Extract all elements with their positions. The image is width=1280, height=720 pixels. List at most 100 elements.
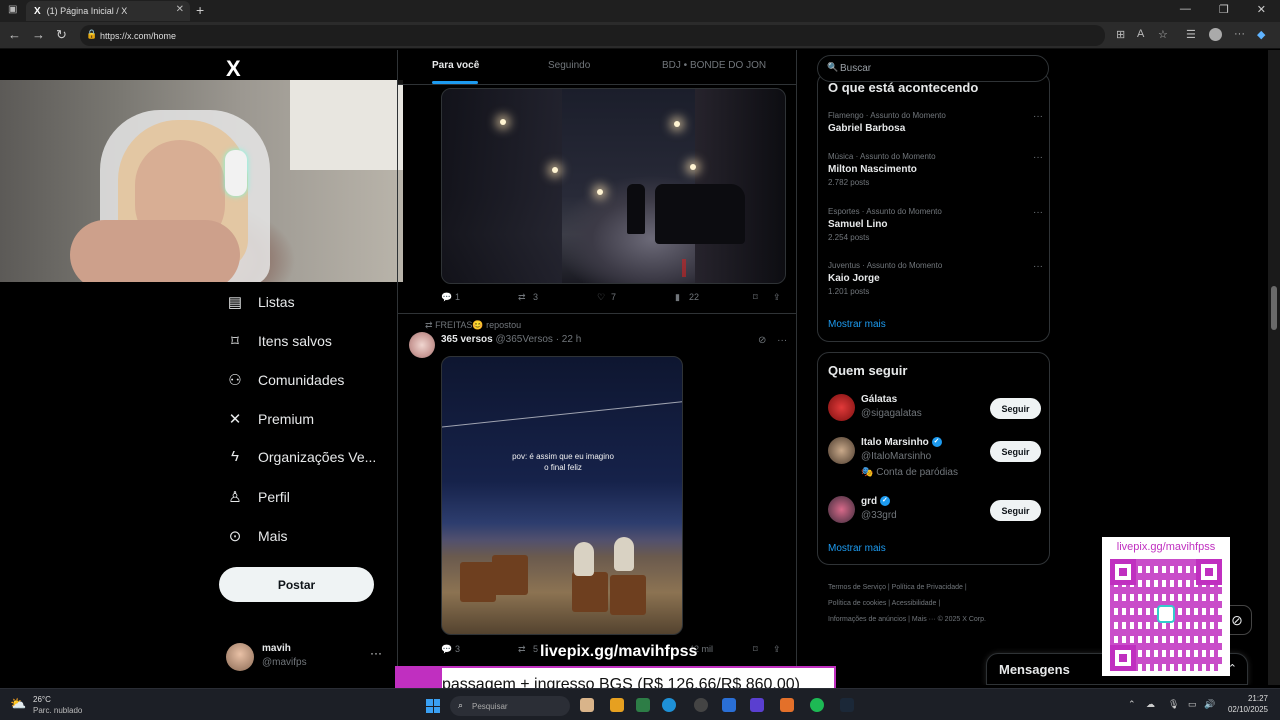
trend-more-icon[interactable]: ··· [1033, 152, 1043, 163]
split-screen-icon[interactable]: ⊞ [1116, 28, 1125, 41]
bookmark-icon[interactable]: ⌑ [753, 644, 758, 655]
trend-more-icon[interactable]: ··· [1033, 261, 1043, 272]
post-media-video[interactable]: pov: é assim que eu imagino o final feli… [441, 356, 683, 635]
trend-more-icon[interactable]: ··· [1033, 111, 1043, 122]
bookmark-icon[interactable]: ⌑ [753, 292, 758, 303]
search-input[interactable] [840, 63, 1030, 74]
trend-item[interactable]: Esportes · Assunto do Momento Samuel Lin… [828, 207, 1043, 242]
trend-item[interactable]: Música · Assunto do Momento Milton Nasci… [828, 152, 1043, 187]
back-icon[interactable]: ← [8, 27, 21, 42]
browser-toolbar: ← → ↻ 🔒 https://x.com/home ⊞ A ☆ ☰ ··· ◆ [0, 22, 1280, 49]
taskbar-app-icon[interactable] [722, 698, 736, 712]
follow-suggestion[interactable]: Italo Marsinho ✓ @ItaloMarsinho 🎭 Conta … [828, 437, 1041, 478]
nav-item-premium[interactable]: ✕ Premium [226, 410, 314, 428]
share-icon[interactable]: ⇪ [773, 292, 781, 303]
network-icon[interactable]: ▭ [1188, 699, 1197, 710]
reply-icon[interactable]: 💬 [441, 644, 452, 655]
post2-header-icons: ⊘ ··· [758, 335, 787, 346]
address-url: https://x.com/home [100, 30, 177, 41]
follow-show-more[interactable]: Mostrar mais [828, 543, 886, 554]
favorite-star-icon[interactable]: ☆ [1158, 28, 1168, 41]
nav-item-bookmarks[interactable]: ⌑ Itens salvos [226, 332, 332, 350]
tab-following[interactable]: Seguindo [548, 60, 590, 71]
trend-item[interactable]: Flamengo · Assunto do Momento Gabriel Ba… [828, 111, 1043, 134]
edge-icon[interactable] [662, 698, 676, 712]
maximize-icon[interactable]: ❐ [1219, 3, 1229, 16]
steam-icon[interactable] [840, 698, 854, 712]
copilot-icon[interactable]: ◆ [1257, 28, 1265, 41]
scrollbar-thumb[interactable] [1271, 286, 1277, 330]
search-bar[interactable]: 🔍 [817, 55, 1049, 82]
tab-for-you[interactable]: Para você [432, 60, 479, 71]
share-icon[interactable]: ⇪ [773, 644, 781, 655]
qr-finder [1110, 645, 1136, 671]
repost-icon[interactable]: ⇄ [518, 644, 526, 655]
start-button-icon[interactable] [426, 699, 440, 713]
reload-icon[interactable]: ↻ [56, 27, 67, 43]
post2-author[interactable]: 365 versos [441, 334, 493, 345]
account-more-icon[interactable]: ··· [370, 646, 382, 660]
profile-avatar-icon[interactable] [1209, 28, 1222, 41]
trends-show-more[interactable]: Mostrar mais [828, 319, 886, 330]
post-more-icon[interactable]: ··· [777, 335, 787, 346]
tray-app-icon[interactable]: ☁ [1146, 699, 1155, 710]
follow-button[interactable]: Seguir [990, 398, 1041, 419]
lock-icon: 🔒 [86, 29, 98, 39]
like-icon[interactable]: ♡ [597, 292, 605, 303]
address-bar[interactable]: 🔒 https://x.com/home [80, 25, 1105, 46]
close-window-icon[interactable]: ✕ [1257, 3, 1266, 16]
taskbar-app-icon[interactable] [580, 698, 594, 712]
post-media-image[interactable] [441, 88, 786, 284]
taskbar-app-icon[interactable] [780, 698, 794, 712]
tab-title: (1) Página Inicial / X [46, 6, 128, 16]
nav-item-profile[interactable]: ♙ Perfil [226, 488, 290, 506]
new-tab-button[interactable]: + [196, 2, 204, 18]
trend-more-icon[interactable]: ··· [1033, 207, 1043, 218]
nav-item-more[interactable]: ⊙ Mais [226, 527, 288, 545]
repost-count: 5 [533, 644, 539, 654]
browser-tab[interactable]: X (1) Página Inicial / X ✕ [26, 1, 190, 21]
menu-dots-icon[interactable]: ··· [1234, 28, 1245, 40]
favorites-icon[interactable]: ☰ [1186, 28, 1196, 41]
tab-bonde-do-jon[interactable]: BDJ • BONDE DO JON [662, 60, 766, 71]
repost-icon[interactable]: ⇄ [518, 292, 526, 303]
trends-panel: O que está acontecendo Flamengo · Assunt… [817, 72, 1050, 342]
file-explorer-icon[interactable] [610, 698, 624, 712]
follow-button[interactable]: Seguir [990, 500, 1041, 521]
tray-chevron-icon[interactable]: ⌃ [1128, 699, 1136, 710]
taskbar-app-icon[interactable] [694, 698, 708, 712]
weather-widget[interactable]: ⛅ 26°C Parc. nublado [10, 694, 90, 718]
forward-icon[interactable]: → [32, 27, 45, 42]
trend-item[interactable]: Juventus · Assunto do Momento Kaio Jorge… [828, 261, 1043, 296]
account-switcher[interactable]: mavih @mavifps ··· [226, 640, 386, 676]
twitch-icon[interactable] [750, 698, 764, 712]
post-button[interactable]: Postar [219, 567, 374, 602]
nav-item-communities[interactable]: ⚇ Comunidades [226, 371, 344, 389]
avatar[interactable] [409, 332, 435, 358]
follow-suggestion[interactable]: grd ✓ @33grd Seguir [828, 496, 1041, 526]
post2-handle[interactable]: @365Versos [496, 334, 553, 345]
tray-clock[interactable]: 21:27 02/10/2025 [1228, 693, 1268, 715]
microphone-icon[interactable]: 🎙 [1168, 699, 1179, 710]
spotify-icon[interactable] [810, 698, 824, 712]
nav-item-lists[interactable]: ▤ Listas [226, 293, 295, 311]
footer-links-line2[interactable]: Política de cookies | Acessibilidade | [828, 596, 1048, 612]
x-logo-icon[interactable]: X [226, 56, 241, 82]
minimize-icon[interactable]: — [1180, 3, 1191, 16]
page-scrollbar[interactable] [1268, 50, 1280, 685]
follow-suggestion[interactable]: Gálatas @sigagalatas Seguir [828, 394, 1041, 424]
reply-icon[interactable]: 💬 [441, 292, 452, 303]
grok-icon[interactable]: ⊘ [758, 335, 766, 346]
tab-actions-icon[interactable]: ▣ [8, 4, 17, 15]
footer-links-line1[interactable]: Termos de Serviço | Política de Privacid… [828, 580, 1048, 596]
follow-name: Gálatas [861, 394, 898, 405]
close-tab-icon[interactable]: ✕ [176, 4, 184, 15]
footer-links-line3[interactable]: Informações de anúncios | Mais ··· © 202… [828, 612, 1048, 628]
taskbar-app-icon[interactable] [636, 698, 650, 712]
views-icon[interactable]: ▮ [675, 292, 680, 303]
taskbar-search[interactable]: ⌕ Pesquisar [450, 696, 570, 716]
read-aloud-icon[interactable]: A [1137, 28, 1144, 40]
volume-icon[interactable]: 🔊 [1204, 699, 1215, 710]
nav-item-verified-orgs[interactable]: ϟ Organizações Ve... [226, 448, 376, 465]
follow-button[interactable]: Seguir [990, 441, 1041, 462]
